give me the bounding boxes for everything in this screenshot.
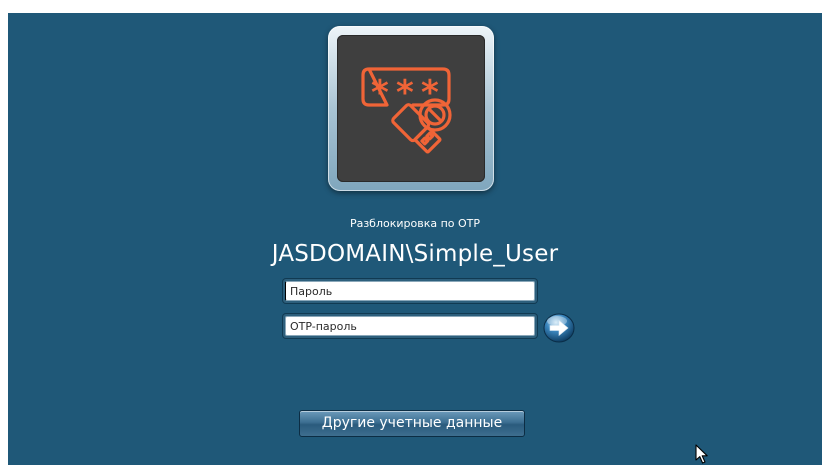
password-field-frame (283, 279, 537, 303)
arrow-right-icon (543, 313, 575, 343)
username-label: JASDOMAIN\Simple_User (271, 241, 559, 267)
svg-text:*: * (371, 73, 389, 113)
otp-token-icon: * * * (361, 67, 452, 154)
password-input[interactable] (285, 281, 535, 301)
user-avatar-frame: * * * (328, 26, 494, 191)
otp-field-frame (283, 314, 537, 338)
otp-password-input[interactable] (285, 316, 535, 336)
lock-screen: * * * Разблокировка по ОТР JASDOMAIN\Sim… (8, 13, 822, 465)
mouse-pointer-icon (695, 444, 708, 464)
unlock-caption: Разблокировка по ОТР (349, 217, 481, 230)
submit-button[interactable] (542, 313, 576, 343)
other-credentials-button[interactable]: Другие учетные данные (299, 410, 525, 437)
user-avatar-tile: * * * (337, 35, 485, 182)
